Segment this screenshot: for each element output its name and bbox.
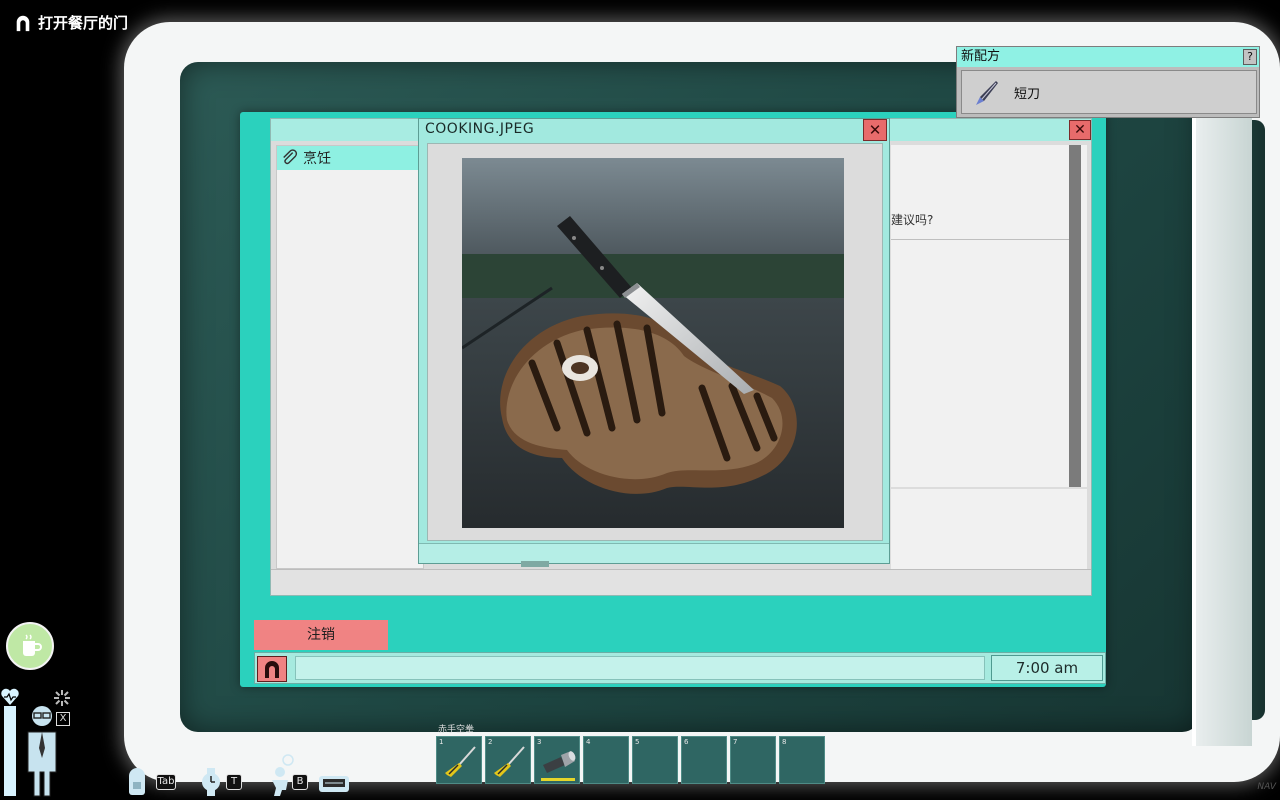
content-scrollbar[interactable] — [1069, 145, 1081, 487]
paperclip-icon — [283, 149, 298, 165]
slot-number: 4 — [586, 738, 591, 746]
hotbar: 1 2 3 4 5 6 7 8 — [436, 736, 825, 784]
content-divider — [891, 239, 1071, 240]
slot-number: 8 — [782, 738, 787, 746]
taskbar-window-area — [295, 656, 985, 680]
hotbar-slot[interactable]: 4 — [583, 736, 629, 784]
logout-button[interactable]: 注销 — [254, 620, 388, 650]
recipe-popup-header: 新配方 ? — [957, 47, 1259, 67]
taskbar: 7:00 am — [254, 652, 1106, 684]
slot-number: 6 — [684, 738, 689, 746]
hotbar-slot[interactable]: 3 — [534, 736, 580, 784]
viewer-status-strip — [419, 543, 889, 567]
app-lower-pane — [891, 489, 1087, 569]
arch-door-icon — [16, 15, 30, 31]
screwdriver-icon — [445, 746, 476, 777]
flashlight-icon — [543, 751, 576, 773]
heart-icon — [1, 688, 19, 705]
arch-door-icon — [265, 661, 279, 678]
watch-key-hint: T — [226, 774, 242, 790]
inventory-key-hint: Tab — [156, 774, 176, 790]
viewer-frame — [427, 143, 883, 541]
objective-text: 打开餐厅的门 — [38, 14, 129, 32]
monitor-side-edge — [1192, 110, 1252, 746]
app-close-button[interactable]: ✕ — [1069, 120, 1091, 140]
screwdriver-icon — [494, 746, 525, 777]
content-snippet: 建议吗? — [891, 213, 934, 227]
recipe-item[interactable]: 短刀 — [961, 70, 1257, 114]
hotbar-slot[interactable]: 1 — [436, 736, 482, 784]
sidebar-item-cooking[interactable]: 烹饪 — [277, 146, 423, 170]
build-person-icon[interactable] — [268, 752, 294, 796]
slot-number: 7 — [733, 738, 738, 746]
viewer-close-button[interactable]: ✕ — [863, 119, 887, 141]
app-sidebar: 烹饪 — [276, 145, 424, 569]
app-content-pane: 建议吗? — [891, 145, 1087, 487]
sidebar-item-label: 烹饪 — [303, 151, 331, 167]
knife-icon — [976, 81, 998, 105]
recipe-help-button[interactable]: ? — [1243, 49, 1257, 65]
hotbar-slot[interactable]: 7 — [730, 736, 776, 784]
pager-icon[interactable] — [318, 774, 350, 794]
taskbar-clock: 7:00 am — [991, 655, 1103, 681]
coffee-mug-icon — [6, 622, 54, 670]
item-durability-bar — [541, 778, 575, 781]
viewer-title: COOKING.JPEG — [425, 121, 535, 137]
slot-number: 5 — [635, 738, 640, 746]
objective-banner: 打开餐厅的门 — [14, 12, 128, 33]
watch-icon[interactable] — [200, 768, 222, 796]
stamina-key-hint: X — [56, 712, 70, 726]
hotbar-slot[interactable]: 5 — [632, 736, 678, 784]
nav-label: NAV — [1257, 782, 1276, 792]
start-button[interactable] — [257, 656, 287, 682]
recipe-popup-title: 新配方 — [961, 49, 1001, 64]
hotbar-slot[interactable]: 6 — [681, 736, 727, 784]
build-key-hint: B — [292, 774, 308, 790]
hotbar-slot[interactable]: 2 — [485, 736, 531, 784]
image-viewer-window: COOKING.JPEG ✕ — [418, 118, 890, 567]
hotbar-slot[interactable]: 8 — [779, 736, 825, 784]
new-recipe-popup: 新配方 ? 短刀 — [956, 46, 1260, 118]
hotbar-label: 赤手空拳 — [438, 725, 475, 735]
viewer-resize-grip[interactable] — [521, 561, 549, 567]
steak-with-knife-photo — [462, 158, 844, 528]
app-statusbar — [271, 569, 1091, 595]
recipe-item-name: 短刀 — [1014, 86, 1041, 102]
backpack-icon[interactable] — [124, 768, 150, 796]
health-bar — [4, 706, 16, 796]
stamina-wheel-icon — [54, 690, 70, 706]
